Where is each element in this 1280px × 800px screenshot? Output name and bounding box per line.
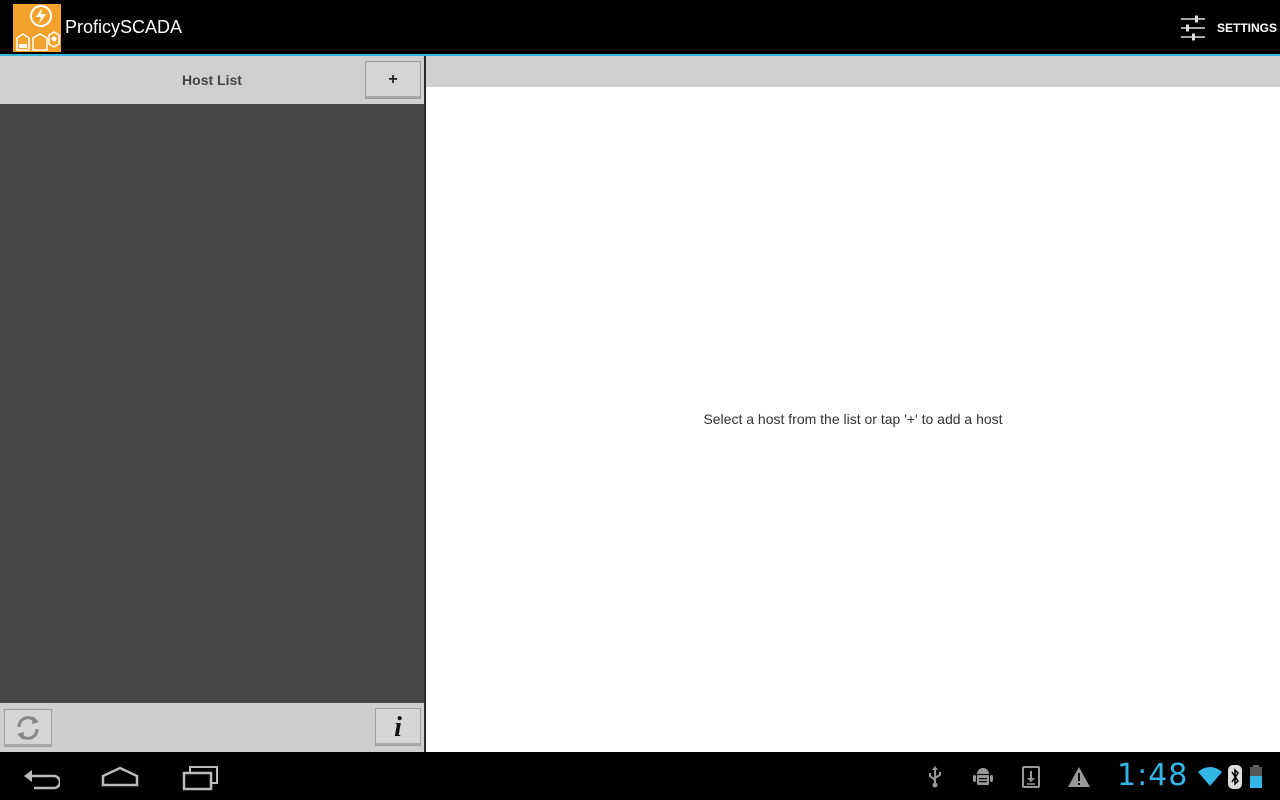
action-bar: ProficySCADA SETTINGS — [0, 0, 1280, 54]
sliders-icon — [1180, 15, 1206, 41]
app-title: ProficySCADA — [65, 17, 183, 37]
host-list-footer: i — [0, 703, 424, 752]
usb-icon — [926, 766, 944, 793]
refresh-button[interactable] — [4, 709, 52, 747]
warning-icon — [1067, 766, 1091, 793]
back-icon[interactable] — [20, 762, 62, 792]
proficy-scada-logo-icon[interactable] — [13, 4, 61, 52]
recent-apps-icon[interactable] — [180, 762, 220, 792]
host-list-panel: Host List + i — [0, 56, 424, 752]
host-list[interactable] — [0, 104, 424, 703]
android-debug-icon — [971, 766, 995, 793]
status-clock: 1:48 — [1117, 758, 1189, 793]
host-list-header: Host List + — [0, 56, 424, 104]
download-icon — [1022, 766, 1040, 793]
host-detail-panel: Select a host from the list or tap '+' t… — [426, 56, 1280, 752]
info-button[interactable]: i — [375, 708, 421, 746]
host-detail-header — [426, 56, 1280, 87]
settings-button[interactable]: SETTINGS — [1168, 0, 1280, 54]
bluetooth-icon — [1228, 765, 1242, 794]
wifi-icon — [1197, 765, 1223, 792]
home-icon[interactable] — [100, 762, 140, 792]
add-host-button[interactable]: + — [365, 61, 421, 99]
battery-icon — [1249, 765, 1263, 794]
settings-label: SETTINGS — [1217, 21, 1278, 35]
refresh-icon — [17, 716, 39, 740]
host-list-title: Host List — [182, 72, 242, 88]
system-navigation-bar: 1:48 — [0, 752, 1280, 800]
empty-state-message: Select a host from the list or tap '+' t… — [703, 411, 1003, 427]
